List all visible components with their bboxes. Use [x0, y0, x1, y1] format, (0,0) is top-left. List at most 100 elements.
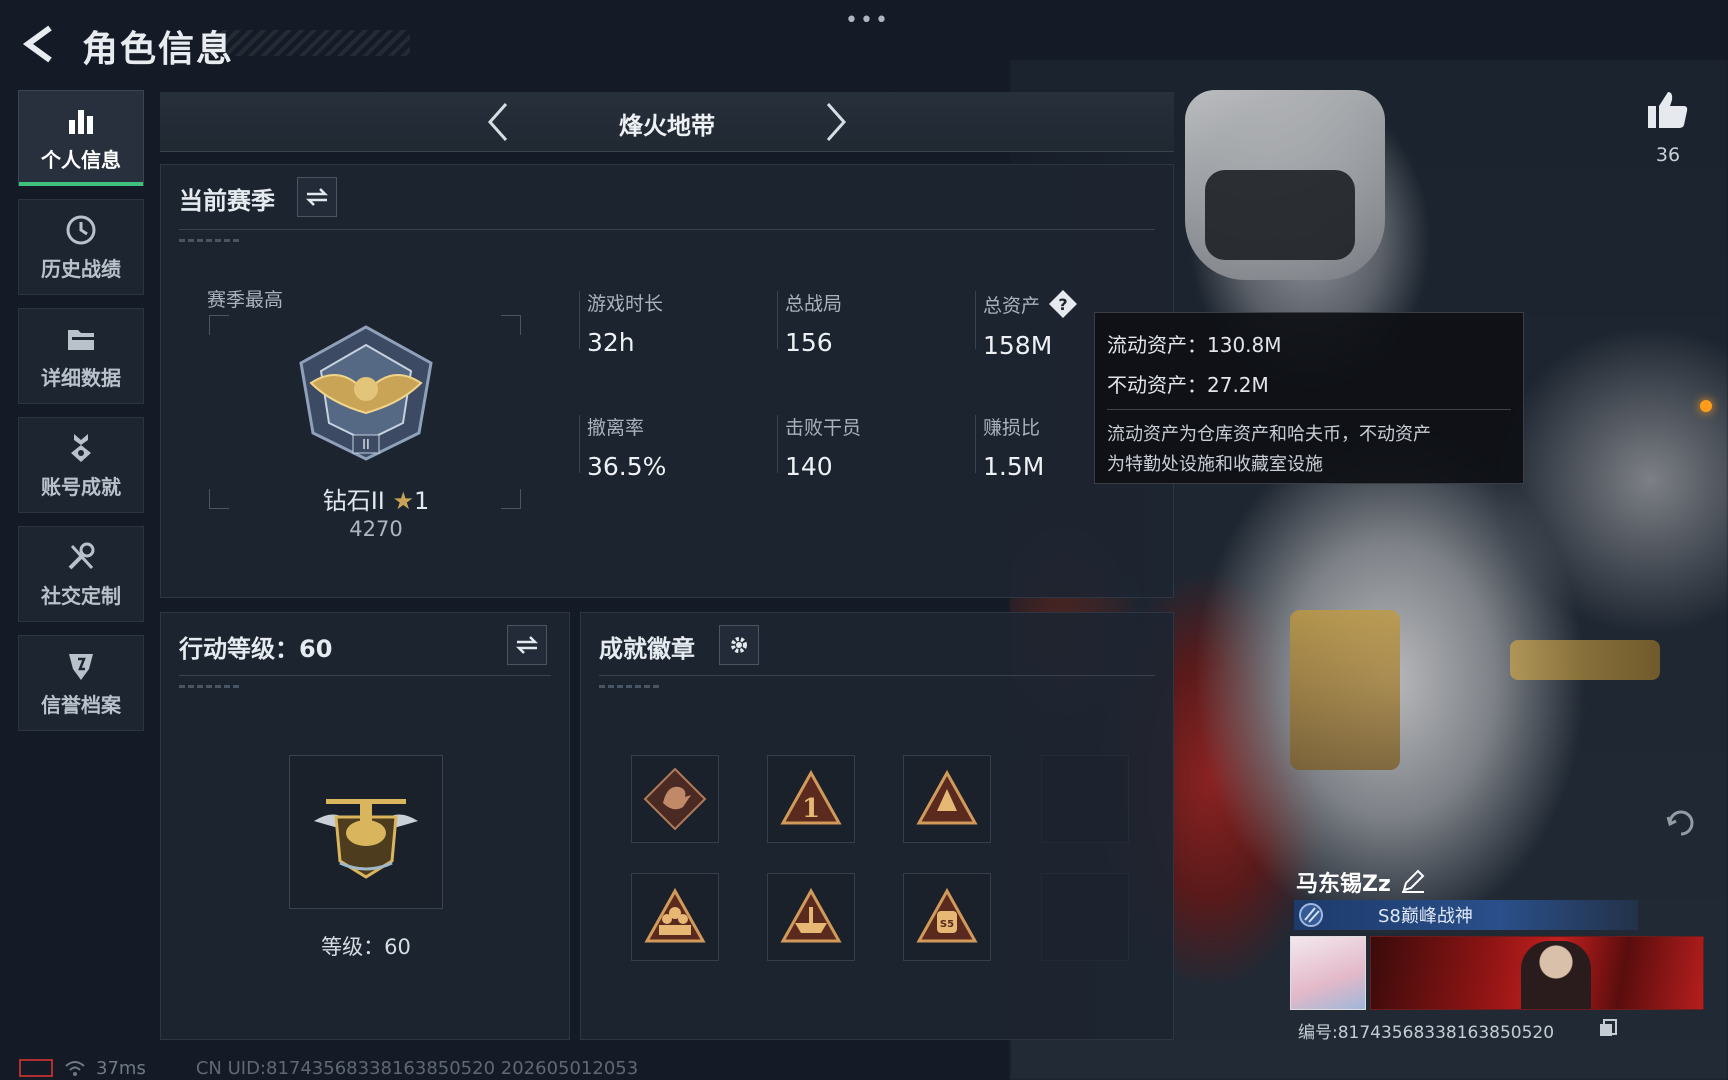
stat-label-row: 总资产 ? — [983, 289, 1078, 319]
character-visor — [1205, 170, 1355, 260]
season-best-label: 赛季最高 — [207, 289, 284, 311]
character-belt — [1510, 640, 1660, 680]
top-bar: 角色信息 ••• — [0, 0, 1728, 80]
sidebar-item-label: 账号成就 — [41, 474, 121, 499]
achievement-badge[interactable] — [631, 755, 719, 843]
sidebar: 个人信息 历史战绩 详细数据 账号成就 社交定制 信誉档案 — [18, 90, 144, 744]
stat-label: 总资产 — [983, 294, 1041, 317]
assets-tooltip: 流动资产：130.8M 不动资产：27.2M 流动资产为仓库资产和哈夫币，不动资… — [1094, 312, 1524, 484]
achievement-badge-empty[interactable] — [1041, 755, 1129, 843]
tooltip-liquid-assets: 流动资产：130.8M — [1107, 333, 1282, 357]
back-arrow-icon[interactable] — [20, 24, 60, 64]
svg-text:?: ? — [1058, 295, 1067, 314]
s5-badge-icon: S5 — [916, 887, 978, 943]
stat-label: 赚损比 — [983, 417, 1041, 439]
character-light — [1700, 400, 1712, 412]
achievement-badge[interactable] — [631, 873, 719, 961]
mode-title: 烽火地带 — [619, 112, 715, 140]
divider-accent — [179, 239, 239, 242]
svg-text:II: II — [362, 438, 370, 453]
sidebar-item-match-history[interactable]: 历史战绩 — [18, 199, 144, 295]
stat-label: 游戏时长 — [587, 293, 664, 315]
swap-arrows-icon — [305, 188, 329, 206]
folder-icon — [68, 329, 94, 350]
achievement-badge[interactable]: S5 — [903, 873, 991, 961]
sidebar-item-label: 历史战绩 — [41, 256, 121, 281]
sidebar-item-label: 信誉档案 — [41, 692, 121, 717]
rank-name: 钻石II ★1 — [301, 481, 451, 516]
achievement-badge-panel: 成就徽章 1 S6 S5 — [580, 612, 1174, 1040]
achievement-badge[interactable]: 1 — [767, 755, 855, 843]
rank-stars: 1 — [414, 487, 430, 515]
level-switch-button[interactable] — [507, 625, 547, 665]
mode-switcher: 烽火地带 — [160, 92, 1174, 152]
level-text: 等级：60 — [321, 935, 411, 959]
achievement-medal-icon — [71, 433, 91, 462]
season-switch-button[interactable] — [297, 177, 337, 217]
chevron-right-icon[interactable] — [812, 100, 856, 144]
title-decoration — [210, 30, 410, 56]
help-question-icon[interactable]: ? — [1048, 289, 1078, 319]
dragon-badge-icon — [643, 767, 707, 831]
action-level-panel: 行动等级：60 等级：60 — [160, 612, 570, 1040]
sidebar-item-social-customization[interactable]: 社交定制 — [18, 526, 144, 622]
sidebar-item-credit-record[interactable]: 信誉档案 — [18, 635, 144, 731]
player-avatar[interactable] — [1290, 936, 1366, 1010]
player-title-bar[interactable]: S8巅峰战神 — [1294, 900, 1638, 930]
badge-settings-button[interactable] — [719, 625, 759, 665]
squad-badge-icon — [644, 887, 706, 943]
stat-label: 击败干员 — [785, 417, 862, 439]
rank-name-text: 钻石II — [322, 487, 385, 515]
sidebar-item-label: 个人信息 — [41, 147, 121, 172]
helicopter-level-emblem-icon — [314, 799, 418, 879]
star-icon: ★ — [392, 487, 415, 515]
ship-badge-icon — [780, 887, 842, 943]
achievement-badge[interactable] — [767, 873, 855, 961]
sidebar-item-detailed-data[interactable]: 详细数据 — [18, 308, 144, 404]
achievement-badge-empty[interactable] — [1041, 873, 1129, 961]
svg-text:S6: S6 — [940, 812, 954, 823]
stat-profit-loss-ratio: 赚损比 1.5M — [974, 413, 1045, 481]
uid-text: CN UID:81743568338163850520 202605012053 — [195, 1057, 639, 1079]
tooltip-description-line2: 为特勤处设施和收藏室设施 — [1107, 454, 1323, 475]
divider — [179, 229, 1155, 230]
sidebar-item-label: 详细数据 — [41, 365, 121, 390]
stat-play-time: 游戏时长 32h — [578, 289, 664, 357]
achievement-badge[interactable]: S6 — [903, 755, 991, 843]
level-emblem[interactable] — [289, 755, 443, 909]
rank-score: 4270 — [349, 517, 403, 541]
ping-text: 37ms — [96, 1057, 146, 1079]
tooltip-divider — [1107, 409, 1511, 410]
stat-total-matches: 总战局 156 — [776, 289, 842, 357]
achievement-badge-title: 成就徽章 — [599, 635, 695, 663]
divider — [599, 675, 1155, 676]
divider — [179, 675, 551, 676]
player-banner[interactable] — [1370, 936, 1704, 1010]
sidebar-item-personal-info[interactable]: 个人信息 — [18, 90, 144, 186]
stat-value: 32h — [587, 328, 635, 357]
gear-icon — [731, 637, 747, 653]
svg-text:S5: S5 — [940, 919, 954, 930]
shield-badge-icon — [69, 653, 93, 680]
stat-value: 140 — [785, 452, 833, 481]
banner-figure — [1521, 941, 1591, 1009]
divider-accent — [179, 685, 239, 688]
divider-accent — [599, 685, 659, 688]
rotate-view-icon[interactable] — [1664, 806, 1698, 840]
copy-icon[interactable] — [1598, 1018, 1618, 1038]
stat-label: 撤离率 — [587, 417, 645, 439]
history-clock-icon — [66, 215, 96, 244]
diamond-rank-emblem-icon: II — [299, 325, 433, 461]
more-dots-icon[interactable]: ••• — [845, 8, 890, 33]
wifi-signal-icon — [65, 1061, 85, 1076]
season-title: 当前赛季 — [179, 187, 275, 215]
stat-value: 156 — [785, 328, 833, 357]
stat-value: 1.5M — [983, 452, 1045, 481]
sidebar-item-account-achievements[interactable]: 账号成就 — [18, 417, 144, 513]
status-footer: 37ms CN UID:81743568338163850520 2026050… — [18, 1056, 638, 1080]
rank-one-badge-icon: 1 — [780, 769, 842, 825]
thumbs-up-icon[interactable] — [1646, 88, 1690, 132]
edit-pencil-icon[interactable] — [1400, 868, 1426, 894]
device-icon — [19, 1059, 53, 1077]
tooltip-description-line1: 流动资产为仓库资产和哈夫币，不动资产 — [1107, 424, 1431, 445]
